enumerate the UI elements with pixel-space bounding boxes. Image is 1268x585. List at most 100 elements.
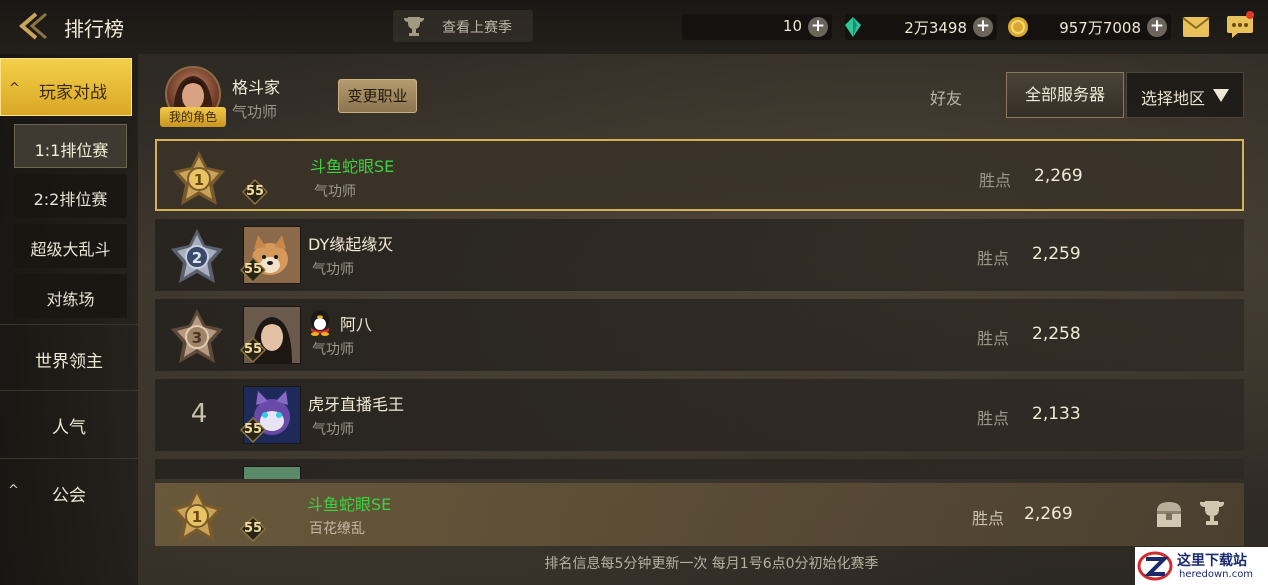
trophy-icon <box>404 17 424 36</box>
points-value: 2,258 <box>1032 324 1081 344</box>
svg-text:1: 1 <box>194 171 204 189</box>
player-class: 气功师 <box>312 422 354 438</box>
mail-icon <box>1182 17 1210 37</box>
chevron-up-icon: ^ <box>9 81 20 96</box>
sidebar-item-label: 公会 <box>52 486 86 506</box>
level-badge: 55 <box>240 516 266 542</box>
silver-medal-icon: 2 <box>171 229 223 283</box>
svg-text:1: 1 <box>192 508 202 526</box>
ranking-row[interactable]: 3 55 阿八 气功师 胜点 2,258 <box>155 299 1244 371</box>
currency-crescent-value: 10 <box>782 17 802 35</box>
view-last-season-label: 查看上赛季 <box>442 20 512 36</box>
sidebar-item-world-boss[interactable]: 世界领主 <box>0 324 138 390</box>
watermark-url: heredown.com <box>1179 569 1254 580</box>
my-character-name: 格斗家 <box>232 78 281 97</box>
player-name: 阿八 <box>340 315 373 334</box>
sidebar-sub-label: 超级大乱斗 <box>30 240 111 259</box>
my-character-class: 气功师 <box>232 103 278 121</box>
player-name: 虎牙直播毛王 <box>308 395 405 414</box>
level-badge: 55 <box>240 337 266 363</box>
tab-all-servers[interactable]: 全部服务器 <box>1006 72 1124 118</box>
reward-chest-button[interactable] <box>1155 499 1183 529</box>
level-badge: 55 <box>240 417 266 443</box>
points-value: 2,133 <box>1032 404 1081 424</box>
sidebar-sub-1v1-ranked[interactable]: 1:1排位赛 <box>14 124 127 168</box>
add-gem-button[interactable]: + <box>973 17 993 37</box>
ranking-row[interactable]: 4 55 虎牙直播毛王 气功师 胜点 2,133 <box>155 379 1244 451</box>
trophy-icon <box>1200 501 1224 525</box>
my-points-value: 2,269 <box>1024 504 1073 524</box>
level-value: 55 <box>243 262 263 277</box>
points-label: 胜点 <box>977 329 1010 348</box>
points-label: 胜点 <box>977 409 1010 428</box>
points-label: 胜点 <box>979 171 1012 190</box>
currency-gem-value: 2万3498 <box>904 19 967 37</box>
region-dropdown[interactable]: 选择地区 <box>1126 72 1244 118</box>
my-character-badge: 我的角色 <box>160 107 226 127</box>
back-arrow-icon <box>18 12 47 40</box>
player-class: 气功师 <box>312 262 354 278</box>
watermark-text: 这里下载站 <box>1177 553 1247 569</box>
view-last-season-button[interactable]: 查看上赛季 <box>393 10 533 42</box>
watermark-z-icon <box>1137 551 1173 581</box>
currency-crescent: 10 + <box>682 14 832 40</box>
player-name: 斗鱼蛇眼SE <box>310 157 395 176</box>
mail-button[interactable] <box>1182 16 1210 38</box>
qq-penguin-icon <box>311 310 329 336</box>
add-crescent-button[interactable]: + <box>808 17 828 37</box>
sidebar-item-label: 人气 <box>52 418 86 438</box>
change-class-button[interactable]: 变更职业 <box>338 79 417 113</box>
svg-text:3: 3 <box>192 329 202 347</box>
add-gold-button[interactable]: + <box>1147 17 1167 37</box>
points-label: 胜点 <box>977 249 1010 268</box>
level-value: 55 <box>243 422 263 437</box>
sidebar-item-pvp[interactable]: ^ 玩家对战 <box>0 58 132 116</box>
gold-coin-icon <box>1008 17 1028 37</box>
sidebar-sub-label: 对练场 <box>46 290 95 309</box>
currency-gold-value: 957万7008 <box>1059 19 1141 37</box>
ranking-row[interactable] <box>155 459 1244 479</box>
sidebar-item-popularity[interactable]: 人气 <box>0 390 138 456</box>
sidebar-sub-brawl[interactable]: 超级大乱斗 <box>14 224 127 268</box>
player-class: 气功师 <box>314 184 356 200</box>
currency-gem: 2万3498 + <box>845 14 997 40</box>
ranking-row[interactable]: 1 55 斗鱼蛇眼SE 气功师 胜点 2,269 <box>155 139 1244 211</box>
treasure-chest-icon <box>1157 502 1181 527</box>
sidebar: ^ 玩家对战 1:1排位赛 2:2排位赛 超级大乱斗 对练场 世界领主 人气 ^… <box>0 54 138 585</box>
my-points-label: 胜点 <box>972 509 1005 528</box>
my-rank-name: 斗鱼蛇眼SE <box>307 495 392 514</box>
ranking-update-note: 排名信息每5分钟更新一次 每月1号6点0分初始化赛季 <box>544 556 879 572</box>
bronze-medal-icon: 3 <box>171 309 223 363</box>
points-value: 2,269 <box>1034 166 1083 186</box>
player-class: 气功师 <box>312 342 354 358</box>
level-value: 55 <box>245 184 265 199</box>
gold-medal-icon: 1 <box>171 488 223 542</box>
region-dropdown-label: 选择地区 <box>1141 89 1206 108</box>
currency-gold: 957万7008 + <box>1008 14 1171 40</box>
tab-friends[interactable]: 好友 <box>930 85 962 109</box>
my-rank-class: 百花缭乱 <box>309 521 365 537</box>
svg-text:2: 2 <box>192 249 202 267</box>
level-badge: 55 <box>240 257 266 283</box>
sidebar-item-pvp-label: 玩家对战 <box>39 83 107 103</box>
season-reward-trophy-button[interactable] <box>1197 499 1227 527</box>
back-button[interactable] <box>14 8 54 44</box>
sidebar-sub-label: 1:1排位赛 <box>34 141 109 160</box>
crescent-currency-icon <box>685 18 694 36</box>
level-badge: 55 <box>242 179 268 205</box>
sidebar-item-guild[interactable]: ^ 公会 <box>0 458 138 524</box>
sidebar-sub-2v2-ranked[interactable]: 2:2排位赛 <box>14 174 127 218</box>
my-rank-bar: 1 55 斗鱼蛇眼SE 百花缭乱 胜点 2,269 <box>155 483 1244 546</box>
ranking-row[interactable]: 2 55 DY缘起缘灭 气功师 胜点 2,259 <box>155 219 1244 291</box>
player-avatar <box>243 466 301 479</box>
sidebar-sub-practice[interactable]: 对练场 <box>14 274 127 318</box>
level-value: 55 <box>243 342 263 357</box>
chat-notification-dot <box>1246 11 1254 19</box>
rank-number: 4 <box>190 399 208 429</box>
gold-medal-icon: 1 <box>173 151 225 205</box>
level-value: 55 <box>243 521 263 536</box>
sidebar-item-label: 世界领主 <box>35 352 103 372</box>
ranking-list[interactable]: 1 55 斗鱼蛇眼SE 气功师 胜点 2,269 2 55 DY缘起缘灭 气功师… <box>155 139 1244 479</box>
points-value: 2,259 <box>1032 244 1081 264</box>
player-name: DY缘起缘灭 <box>308 235 394 254</box>
